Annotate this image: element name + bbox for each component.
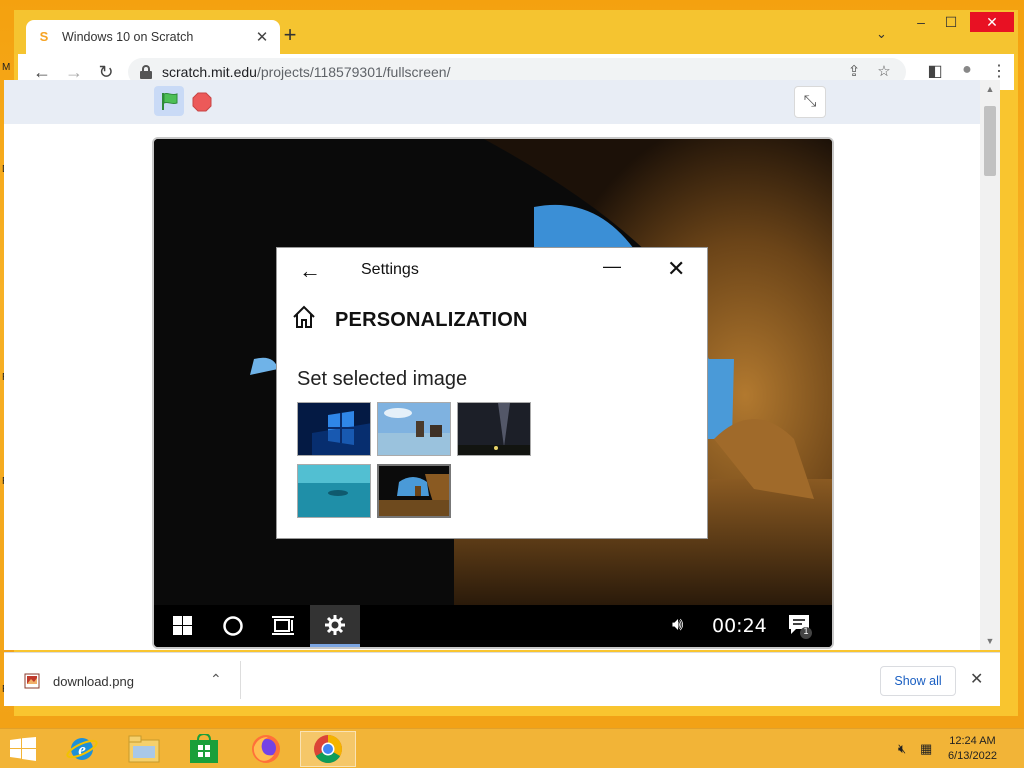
desktop-icon-label: M <box>2 62 11 73</box>
personalization-heading: PERSONALIZATION <box>335 309 528 331</box>
settings-window: ← Settings — ✕ PERSONALIZATION Set selec… <box>276 247 708 539</box>
back-arrow-icon[interactable]: ← <box>299 258 321 284</box>
win10-search-button[interactable] <box>208 605 258 647</box>
cortana-circle-icon <box>223 616 243 636</box>
tab-scratch[interactable]: S Windows 10 on Scratch ✕ <box>26 20 280 54</box>
network-icon[interactable]: ▦ <box>920 741 932 757</box>
night-sky-image <box>458 403 530 455</box>
exit-fullscreen-button[interactable]: ⤡ <box>794 86 826 118</box>
set-image-subheading: Set selected image <box>297 368 468 390</box>
beach-rocks-image <box>378 403 450 455</box>
scrollbar-thumb[interactable] <box>984 106 996 176</box>
stop-sign-button[interactable] <box>192 92 212 112</box>
notification-count-badge: 1 <box>803 626 809 636</box>
tab-close-icon[interactable]: ✕ <box>254 28 270 46</box>
wallpaper-thumbnail-cave[interactable] <box>377 464 451 518</box>
settings-close-button[interactable]: ✕ <box>667 256 685 282</box>
settings-gear-icon <box>325 615 345 635</box>
scroll-down-arrow-icon[interactable]: ▼ <box>984 636 996 646</box>
scratch-stage[interactable]: ← Settings — ✕ PERSONALIZATION Set selec… <box>152 137 834 649</box>
scratch-player-controls: ⤡ <box>4 80 980 124</box>
win10-settings-taskbar-item[interactable] <box>310 605 360 647</box>
page-scrollbar[interactable]: ▲ ▼ <box>980 80 1000 650</box>
win10-clock[interactable]: 00:24 <box>712 615 767 637</box>
window-maximize-button[interactable]: ☐ <box>936 12 966 32</box>
cave-beach-image <box>379 466 449 516</box>
scroll-up-arrow-icon[interactable]: ▲ <box>984 84 996 94</box>
page-content: ⤡ ← Settings — ✕ PERSONALIZATION Set sel… <box>4 80 1000 650</box>
lock-icon[interactable] <box>140 65 152 79</box>
win10-task-view-button[interactable] <box>258 605 308 647</box>
bookmark-star-icon[interactable]: ☆ <box>874 62 894 80</box>
tab-search-icon[interactable]: ⌄ <box>876 26 887 42</box>
taskbar-store[interactable] <box>176 731 232 767</box>
home-icon[interactable] <box>291 304 317 330</box>
green-flag-button[interactable] <box>154 86 184 116</box>
scratch-favicon-icon: S <box>39 29 49 44</box>
tab-strip: S Windows 10 on Scratch ✕ + ⌄ – ☐ ✕ <box>14 10 1018 54</box>
system-clock[interactable]: 12:24 AM 6/13/2022 <box>948 734 997 764</box>
green-flag-icon <box>162 92 178 110</box>
png-file-icon <box>24 673 40 689</box>
wallpaper-thumbnail-windows[interactable] <box>297 402 371 456</box>
wallpaper-thumbnail-night-sky[interactable] <box>457 402 531 456</box>
url-domain: scratch.mit.edu <box>162 64 257 80</box>
downloads-bar: download.png ⌃ Show all ✕ <box>4 652 1000 706</box>
window-close-button[interactable]: ✕ <box>970 12 1014 32</box>
windows-logo-icon <box>173 616 192 635</box>
windows-taskbar: e 🔇︎ ▦ 12:24 AM 6/13/2022 <box>0 728 1024 768</box>
profile-avatar-icon[interactable]: ● <box>956 61 978 79</box>
wallpaper-thumbnail-beach[interactable] <box>377 402 451 456</box>
chrome-menu-icon[interactable]: ⋮ <box>988 61 1010 81</box>
url-path: /projects/118579301/fullscreen/ <box>256 64 451 80</box>
side-panel-icon[interactable]: ◧ <box>924 61 946 81</box>
downloads-close-icon[interactable]: ✕ <box>970 669 983 689</box>
store-bag-icon <box>190 734 218 763</box>
task-view-icon <box>272 616 294 635</box>
system-time: 12:24 AM <box>949 735 996 747</box>
volume-muted-icon[interactable]: 🔇︎ <box>898 741 906 757</box>
download-options-chevron-icon[interactable]: ⌃ <box>210 671 222 688</box>
windows-start-icon[interactable] <box>10 737 36 761</box>
downloads-divider <box>240 661 241 699</box>
taskbar-firefox[interactable] <box>238 731 294 767</box>
new-tab-button[interactable]: + <box>278 24 302 48</box>
settings-minimize-button[interactable]: — <box>603 256 621 277</box>
firefox-icon <box>252 735 280 763</box>
url-text[interactable]: scratch.mit.edu/projects/118579301/fulls… <box>162 64 450 80</box>
wallpaper-thumbnail-underwater[interactable] <box>297 464 371 518</box>
volume-icon[interactable]: 🔊︎ <box>672 614 683 635</box>
show-all-button[interactable]: Show all <box>880 666 956 696</box>
underwater-image <box>298 465 370 517</box>
download-file-name[interactable]: download.png <box>53 674 134 689</box>
share-icon[interactable]: ⇪ <box>844 62 864 80</box>
chrome-icon <box>314 735 342 763</box>
taskbar-internet-explorer[interactable]: e <box>54 731 110 767</box>
system-date: 6/13/2022 <box>948 750 997 762</box>
settings-title: Settings <box>361 261 419 278</box>
taskbar-file-explorer[interactable] <box>116 731 172 767</box>
action-center-button[interactable]: 1 <box>788 613 812 644</box>
windows-hero-image <box>298 403 370 455</box>
file-explorer-folder-icon <box>128 735 160 763</box>
internet-explorer-icon: e <box>66 738 98 760</box>
tab-title: Windows 10 on Scratch <box>62 30 194 44</box>
win10-start-button[interactable] <box>158 605 208 647</box>
window-minimize-button[interactable]: – <box>906 12 936 32</box>
taskbar-chrome[interactable] <box>300 731 356 767</box>
win10-taskbar: 🔊︎ 00:24 1 <box>154 605 832 647</box>
